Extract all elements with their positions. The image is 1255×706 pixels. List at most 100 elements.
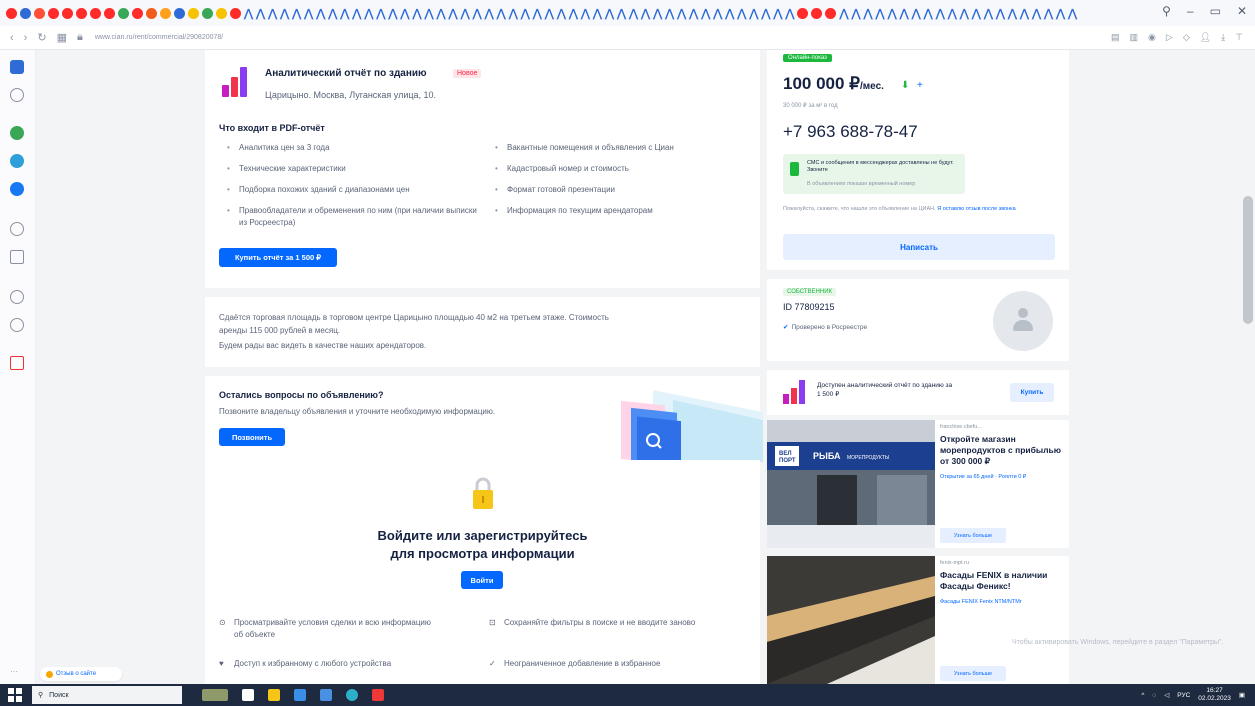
windows-start-icon[interactable]: [8, 688, 22, 702]
tab-favicon[interactable]: [62, 7, 73, 19]
tab-cian-icon[interactable]: ⋀: [924, 7, 933, 20]
tab-cian-icon[interactable]: ⋀: [364, 7, 373, 20]
tabs-icon[interactable]: ▦: [57, 31, 67, 44]
tab-cian-icon[interactable]: ⋀: [268, 7, 277, 20]
price-subscribe-icon[interactable]: +: [917, 80, 923, 91]
bookmarks-icon[interactable]: ▥: [1130, 32, 1139, 43]
tab-favicon[interactable]: [202, 7, 213, 19]
shield-icon[interactable]: ◇: [1183, 32, 1190, 43]
tab-cian-icon[interactable]: ⋀: [689, 7, 698, 20]
tab-cian-icon[interactable]: ⋀: [677, 7, 686, 20]
tab-cian-icon[interactable]: ⋀: [701, 7, 710, 20]
tab-cian-icon[interactable]: ⋀: [936, 7, 945, 20]
tab-cian-icon[interactable]: ⋀: [1008, 7, 1017, 20]
tab-cian-icon[interactable]: ⋀: [984, 7, 993, 20]
clock[interactable]: 16:27 02.02.2023: [1198, 687, 1231, 703]
mail-icon[interactable]: [320, 689, 332, 701]
messenger2-icon[interactable]: [10, 182, 24, 196]
tab-cian-icon[interactable]: ⋀: [388, 7, 397, 20]
tab-cian-icon[interactable]: ⋀: [912, 7, 921, 20]
sidebar-app-icon[interactable]: [10, 60, 24, 74]
reload-icon[interactable]: ↻: [37, 31, 46, 44]
pin-icon[interactable]: ⊤: [1235, 32, 1243, 43]
tab-cian-icon[interactable]: ⋀: [449, 7, 458, 20]
store-icon[interactable]: [294, 689, 306, 701]
tab-cian-icon[interactable]: ⋀: [864, 7, 873, 20]
price-change-icon[interactable]: ⬇: [901, 80, 909, 91]
tab-cian-icon[interactable]: ⋀: [473, 7, 482, 20]
settings-icon[interactable]: [10, 222, 24, 236]
tab-cian-icon[interactable]: ⋀: [900, 7, 909, 20]
buy-report-button[interactable]: Купить отчёт за 1 500 ₽: [219, 248, 337, 267]
tab-favicon[interactable]: [34, 7, 45, 19]
tab-cian-icon[interactable]: ⋀: [485, 7, 494, 20]
tab-cian-icon[interactable]: ⋀: [1032, 7, 1041, 20]
taskbar-search[interactable]: ⚲ Поиск: [32, 686, 182, 704]
reader-icon[interactable]: ▤: [1111, 32, 1120, 43]
tab-cian-icon[interactable]: ⋀: [316, 7, 325, 20]
tab-cian-icon[interactable]: ⋀: [653, 7, 662, 20]
widget-icon[interactable]: [202, 689, 228, 701]
tab-cian-icon[interactable]: ⋀: [328, 7, 337, 20]
minimize-icon[interactable]: –: [1187, 4, 1194, 18]
ad-title[interactable]: Откройте магазин морепродуктов с прибыль…: [940, 434, 1065, 467]
call-button[interactable]: Позвонить: [219, 428, 285, 446]
tab-cian-icon[interactable]: ⋀: [773, 7, 782, 20]
url-field[interactable]: www.cian.ru/rent/commercial/290820078/: [95, 34, 223, 41]
ad-seafood[interactable]: ВЕЛ ПОРТ РЫБА МОРЕПРОДУКТЫ franchise.cbe…: [767, 420, 1069, 548]
feedback-button[interactable]: Отзыв о сайте: [40, 667, 122, 681]
profile-icon[interactable]: 👤︎: [1200, 32, 1211, 43]
tab-favicon[interactable]: [104, 7, 115, 19]
tab-favicon[interactable]: [825, 7, 837, 19]
browser-tab-strip[interactable]: ⋀ ⋀ ⋀ ⋀ ⋀ ⋀ ⋀ ⋀ ⋀ ⋀ ⋀ ⋀ ⋀ ⋀ ⋀ ⋀ ⋀ ⋀ ⋀ ⋀ ⋀ ⋀ ⋀ ⋀ ⋀ ⋀ ⋀ ⋀ ⋀ ⋀ ⋀ ⋀ ⋀ ⋀ ⋀ ⋀ ⋀ ⋀ ⋀ ⋀…: [0, 0, 1255, 26]
vivaldi-icon[interactable]: [372, 689, 384, 701]
tab-favicon[interactable]: [160, 7, 171, 19]
scroll-thumb[interactable]: [1243, 196, 1253, 324]
tab-favicon[interactable]: [216, 7, 227, 19]
vivaldi-icon[interactable]: [10, 356, 24, 370]
tab-cian-icon[interactable]: ⋀: [412, 7, 421, 20]
tab-cian-icon[interactable]: ⋀: [593, 7, 602, 20]
tab-cian-icon[interactable]: ⋀: [888, 7, 897, 20]
tab-cian-icon[interactable]: ⋀: [737, 7, 746, 20]
tab-cian-icon[interactable]: ⋀: [851, 7, 860, 20]
explorer-icon[interactable]: [268, 689, 280, 701]
language-indicator[interactable]: РУС: [1177, 692, 1190, 699]
ad-title[interactable]: Фасады FENIX в наличии Фасады Феникс!: [940, 570, 1065, 592]
tab-cian-icon[interactable]: ⋀: [713, 7, 722, 20]
page-scrollbar[interactable]: [1242, 50, 1255, 684]
tab-cian-icon[interactable]: ⋀: [948, 7, 957, 20]
tab-cian-icon[interactable]: ⋀: [665, 7, 674, 20]
tab-cian-icon[interactable]: ⋀: [839, 7, 848, 20]
ad-fenix[interactable]: fenix-mpt.ru Фасады FENIX в наличии Фаса…: [767, 556, 1069, 684]
notifications-icon[interactable]: ▣: [1239, 691, 1245, 699]
tab-cian-icon[interactable]: ⋀: [641, 7, 650, 20]
tab-cian-icon[interactable]: ⋀: [461, 7, 470, 20]
tab-favicon[interactable]: [118, 7, 129, 19]
tab-cian-icon[interactable]: ⋀: [533, 7, 542, 20]
tab-favicon[interactable]: [6, 7, 17, 19]
tab-cian-icon[interactable]: ⋀: [785, 7, 794, 20]
edge-icon[interactable]: [346, 689, 358, 701]
tab-favicon[interactable]: [48, 7, 59, 19]
tab-cian-icon[interactable]: ⋀: [605, 7, 614, 20]
back-icon[interactable]: ‹: [10, 32, 14, 44]
tab-cian-icon[interactable]: ⋀: [569, 7, 578, 20]
tab-favicon[interactable]: [230, 7, 241, 19]
more-icon[interactable]: ···: [10, 667, 18, 676]
tab-cian-icon[interactable]: ⋀: [960, 7, 969, 20]
tab-cian-icon[interactable]: ⋀: [280, 7, 289, 20]
tab-cian-icon[interactable]: ⋀: [545, 7, 554, 20]
tab-favicon[interactable]: [132, 7, 143, 19]
tab-cian-icon[interactable]: ⋀: [400, 7, 409, 20]
forward-icon[interactable]: ›: [24, 32, 28, 44]
download-icon[interactable]: ⤓: [1221, 32, 1225, 43]
tab-cian-icon[interactable]: ⋀: [1044, 7, 1053, 20]
review-link[interactable]: Я оставлю отзыв после звонка: [937, 206, 1016, 212]
tray-arrow-icon[interactable]: ^: [1141, 692, 1144, 699]
tab-cian-icon[interactable]: ⋀: [1020, 7, 1029, 20]
tab-cian-icon[interactable]: ⋀: [521, 7, 530, 20]
tab-favicon[interactable]: [146, 7, 157, 19]
tab-cian-icon[interactable]: ⋀: [340, 7, 349, 20]
write-message-button[interactable]: Написать: [783, 234, 1055, 260]
